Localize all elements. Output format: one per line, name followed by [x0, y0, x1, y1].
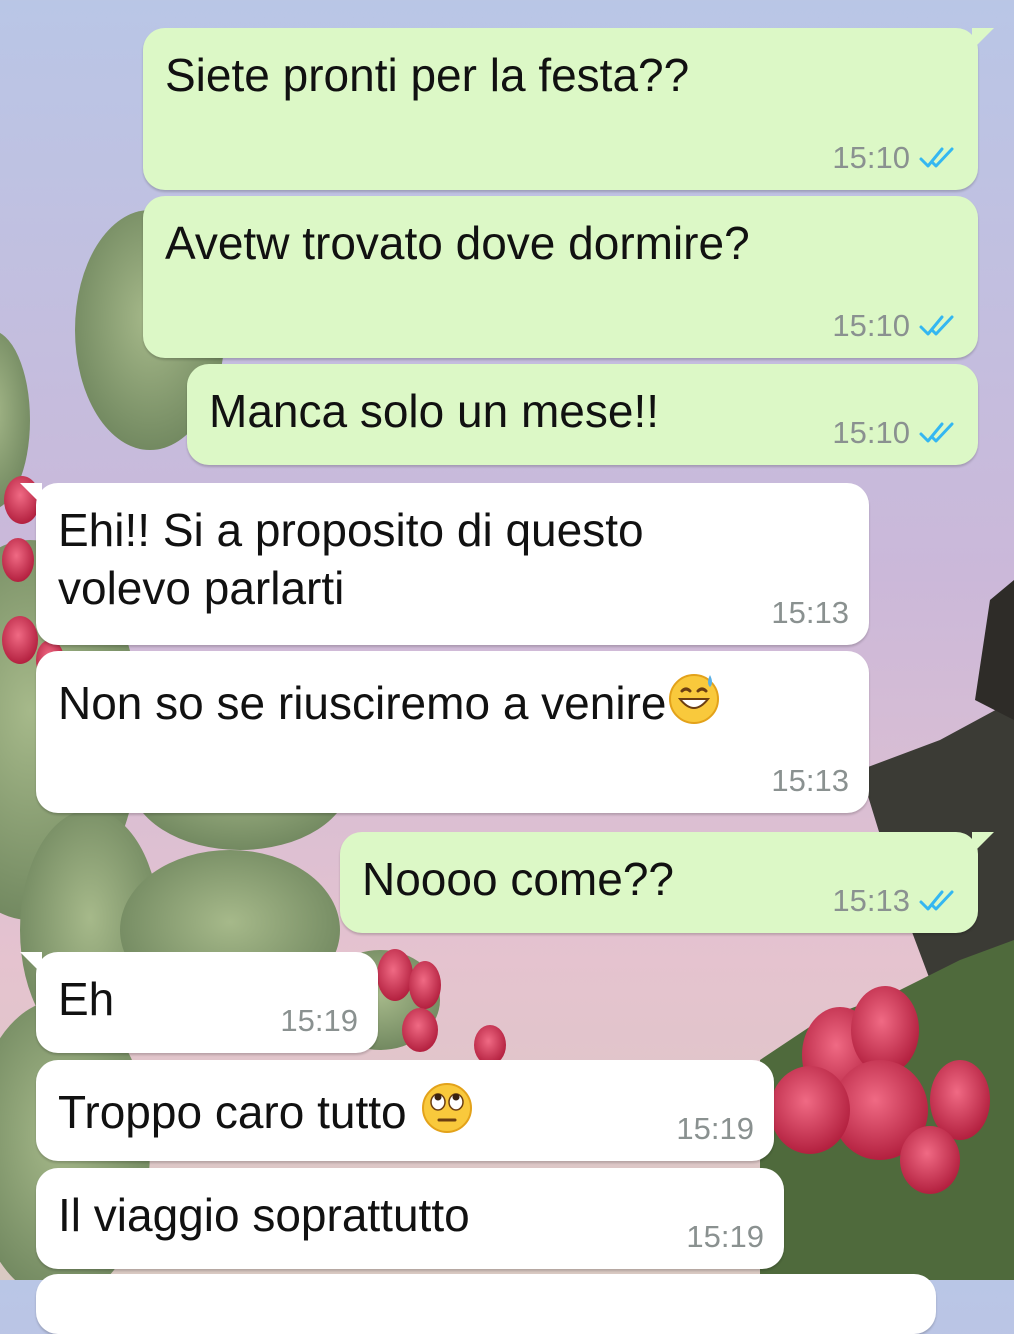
- message-meta: 15:13: [832, 883, 958, 919]
- message-bubble-incoming[interactable]: Eh 15:19: [20, 952, 378, 1053]
- message-text: Siete pronti per la festa??: [165, 49, 690, 101]
- message-time: 15:10: [832, 415, 910, 450]
- message-text-content: Troppo caro tutto: [58, 1086, 420, 1138]
- message-bubble-incoming[interactable]: Non so se riusciremo a venire 15:13: [36, 651, 869, 813]
- message-bubble-outgoing[interactable]: Avetw trovato dove dormire? 15:10: [143, 196, 978, 358]
- message-bubble-outgoing[interactable]: Noooo come?? 15:13: [340, 832, 994, 933]
- message-text: Manca solo un mese!!: [209, 385, 660, 437]
- message-time: 15:13: [832, 883, 910, 918]
- double-check-read-icon: [919, 890, 954, 911]
- message-time: 15:10: [832, 140, 910, 175]
- message-time: 15:19: [280, 1003, 358, 1038]
- eye-roll-emoji-icon: [422, 1083, 473, 1133]
- message-bubble-outgoing[interactable]: Siete pronti per la festa?? 15:10: [143, 28, 994, 190]
- message-bubble-outgoing[interactable]: Manca solo un mese!! 15:10: [187, 364, 978, 465]
- grinning-sweat-emoji-icon: [669, 674, 720, 724]
- rock-silhouette: [975, 580, 1014, 720]
- message-bubble-incoming[interactable]: Troppo caro tutto 15:19: [36, 1060, 774, 1161]
- message-bubble-incoming-partial[interactable]: [36, 1274, 936, 1334]
- message-time: 15:13: [771, 763, 849, 798]
- message-text: Il viaggio soprattutto: [58, 1189, 470, 1241]
- message-bubble-incoming[interactable]: Il viaggio soprattutto 15:19: [36, 1168, 784, 1269]
- message-text-line-2: volevo parlarti: [58, 562, 345, 614]
- double-check-read-icon: [919, 315, 954, 336]
- message-text: Troppo caro tutto: [58, 1078, 475, 1141]
- message-text-line-1: Ehi!! Si a proposito di questo: [58, 504, 644, 556]
- message-time: 15:13: [771, 595, 849, 630]
- message-meta: 15:10: [832, 308, 958, 344]
- message-meta: 15:10: [832, 140, 958, 176]
- message-time: 15:10: [832, 308, 910, 343]
- message-time: 15:19: [676, 1111, 754, 1146]
- message-text-content: Non so se riusciremo a venire: [58, 677, 667, 729]
- message-meta: 15:19: [676, 1111, 754, 1147]
- message-text: Avetw trovato dove dormire?: [165, 217, 750, 269]
- message-meta: 15:19: [686, 1219, 764, 1255]
- double-check-read-icon: [919, 147, 954, 168]
- message-meta: 15:19: [280, 1003, 358, 1039]
- message-text: Noooo come??: [362, 853, 674, 905]
- message-time: 15:19: [686, 1219, 764, 1254]
- message-text: Eh: [58, 973, 115, 1025]
- message-meta: 15:13: [771, 763, 849, 799]
- message-bubble-incoming[interactable]: Ehi!! Si a proposito di questo volevo pa…: [20, 483, 869, 645]
- message-meta: 15:10: [832, 415, 958, 451]
- message-meta: 15:13: [771, 595, 849, 631]
- double-check-read-icon: [919, 422, 954, 443]
- message-text: Non so se riusciremo a venire: [58, 669, 722, 732]
